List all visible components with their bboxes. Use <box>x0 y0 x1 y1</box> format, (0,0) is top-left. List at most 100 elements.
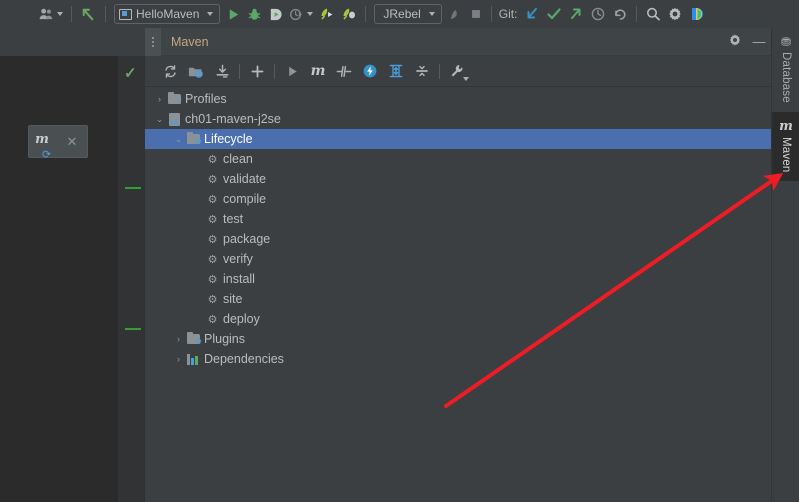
chevron-down-icon[interactable]: ⌄ <box>153 114 166 125</box>
maven-toolbar-divider-3 <box>439 63 440 79</box>
vcs-change-marker[interactable] <box>125 187 141 189</box>
gear-icon[interactable] <box>664 0 686 28</box>
tree-node-verify[interactable]: ⚙ verify <box>145 249 771 269</box>
collapse-all-icon[interactable] <box>409 58 435 84</box>
expand-all-icon[interactable] <box>383 58 409 84</box>
tree-node-install[interactable]: ⚙ install <box>145 269 771 289</box>
inspection-ok-icon[interactable]: ✓ <box>124 64 137 82</box>
update-project-icon[interactable] <box>521 0 543 28</box>
chevron-down-icon[interactable]: ⌄ <box>172 134 185 145</box>
maven-settings-icon[interactable] <box>444 58 470 84</box>
run-config-label: HelloMaven <box>136 7 200 21</box>
tree-node-label: clean <box>223 152 253 166</box>
tree-node-label: Dependencies <box>204 352 284 366</box>
right-tool-window-bar: ⛃ Database m Maven <box>771 28 799 502</box>
people-icon[interactable] <box>36 0 66 28</box>
stop-button[interactable] <box>466 0 486 28</box>
maven-goal-icon: ⚙ <box>207 173 218 186</box>
run-maven-build-icon[interactable] <box>279 58 305 84</box>
jrebel-run-button[interactable] <box>316 0 338 28</box>
lifecycle-folder-icon: ⚙ <box>185 131 202 146</box>
maven-window-header: Maven — <box>145 27 771 56</box>
drag-handle-icon[interactable] <box>145 27 161 56</box>
tree-node-plugins[interactable]: › ⚙ Plugins <box>145 329 771 349</box>
commit-icon[interactable] <box>543 0 565 28</box>
attach-profiler-icon[interactable] <box>445 0 466 28</box>
history-icon[interactable] <box>587 0 609 28</box>
chevron-down-icon <box>307 12 314 16</box>
jrebel-debug-button[interactable] <box>338 0 360 28</box>
toolbar-divider-2 <box>105 6 106 22</box>
maven-window-title: Maven <box>171 34 209 49</box>
chevron-right-icon[interactable]: › <box>153 94 166 104</box>
tree-node-package[interactable]: ⚙ package <box>145 229 771 249</box>
maven-project-tree[interactable]: › ✓ Profiles ⌄ m ch01-maven-j2se ⌄ ⚙ Lifecycle ⚙… <box>145 87 771 502</box>
maven-reload-popup[interactable]: m ⟳ ✕ <box>28 125 88 161</box>
maven-goal-icon: ⚙ <box>207 233 218 246</box>
tree-node-test[interactable]: ⚙ test <box>145 209 771 229</box>
tree-node-label: validate <box>223 172 267 186</box>
profiles-folder-icon: ✓ <box>166 91 183 106</box>
editor-gutter[interactable] <box>118 56 145 502</box>
close-icon[interactable]: ✕ <box>59 134 85 150</box>
profile-button[interactable] <box>286 0 316 28</box>
toolbar-divider-5 <box>636 6 638 22</box>
tree-node-label: install <box>223 272 255 286</box>
tree-node-site[interactable]: ⚙ site <box>145 289 771 309</box>
sidebar-tab-database[interactable]: ⛃ Database <box>772 28 799 112</box>
tree-node-validate[interactable]: ⚙ validate <box>145 169 771 189</box>
search-icon[interactable] <box>642 0 664 28</box>
chevron-right-icon[interactable]: › <box>172 354 185 364</box>
tree-node-lifecycle[interactable]: ⌄ ⚙ Lifecycle <box>145 129 771 149</box>
maven-goal-icon: ⚙ <box>207 213 218 226</box>
toolbar-divider-3 <box>365 6 367 22</box>
database-icon: ⛃ <box>780 35 792 49</box>
tree-node-label: deploy <box>223 312 260 326</box>
tree-node-compile[interactable]: ⚙ compile <box>145 189 771 209</box>
ide-logo-icon[interactable] <box>686 0 708 28</box>
download-sources-icon[interactable] <box>209 58 235 84</box>
chevron-right-icon[interactable]: › <box>172 334 185 344</box>
vcs-change-marker[interactable] <box>125 328 141 330</box>
back-arrow-icon[interactable] <box>77 0 100 28</box>
add-maven-project-icon[interactable] <box>244 58 270 84</box>
tree-node-deploy[interactable]: ⚙ deploy <box>145 309 771 329</box>
maven-goal-icon: ⚙ <box>207 253 218 266</box>
jrebel-label: JRebel <box>383 7 421 21</box>
chevron-down-icon <box>463 77 469 81</box>
tree-node-ch01-maven-j2se[interactable]: ⌄ m ch01-maven-j2se <box>145 109 771 129</box>
maven-reload-icon: m ⟳ <box>35 131 52 161</box>
git-label: Git: <box>498 7 518 21</box>
minimize-icon[interactable]: — <box>747 34 771 49</box>
generate-sources-icon[interactable] <box>183 58 209 84</box>
jrebel-config-selector[interactable]: JRebel <box>371 0 444 28</box>
run-with-coverage-button[interactable] <box>265 0 286 28</box>
revert-icon[interactable] <box>609 0 631 28</box>
tree-node-clean[interactable]: ⚙ clean <box>145 149 771 169</box>
execute-maven-goal-icon[interactable]: m <box>305 58 331 84</box>
tree-node-dependencies[interactable]: › Dependencies <box>145 349 771 369</box>
maven-goal-icon: ⚙ <box>207 313 218 326</box>
run-configuration-selector[interactable]: HelloMaven <box>111 0 223 28</box>
reload-all-maven-projects-icon[interactable] <box>157 58 183 84</box>
debug-button[interactable] <box>244 0 265 28</box>
tree-node-profiles[interactable]: › ✓ Profiles <box>145 89 771 109</box>
toggle-offline-mode-icon[interactable] <box>357 58 383 84</box>
refresh-icon: ⟳ <box>42 148 52 161</box>
editor-tab-strip <box>0 28 145 56</box>
dependencies-icon <box>185 353 202 365</box>
gear-icon[interactable] <box>723 33 747 50</box>
push-icon[interactable] <box>565 0 587 28</box>
tree-node-label: verify <box>223 252 253 266</box>
run-button[interactable] <box>223 0 244 28</box>
sidebar-tab-maven[interactable]: m Maven <box>772 111 799 182</box>
toggle-skip-tests-icon[interactable] <box>331 58 357 84</box>
maven-toolbar-divider-2 <box>274 63 275 79</box>
